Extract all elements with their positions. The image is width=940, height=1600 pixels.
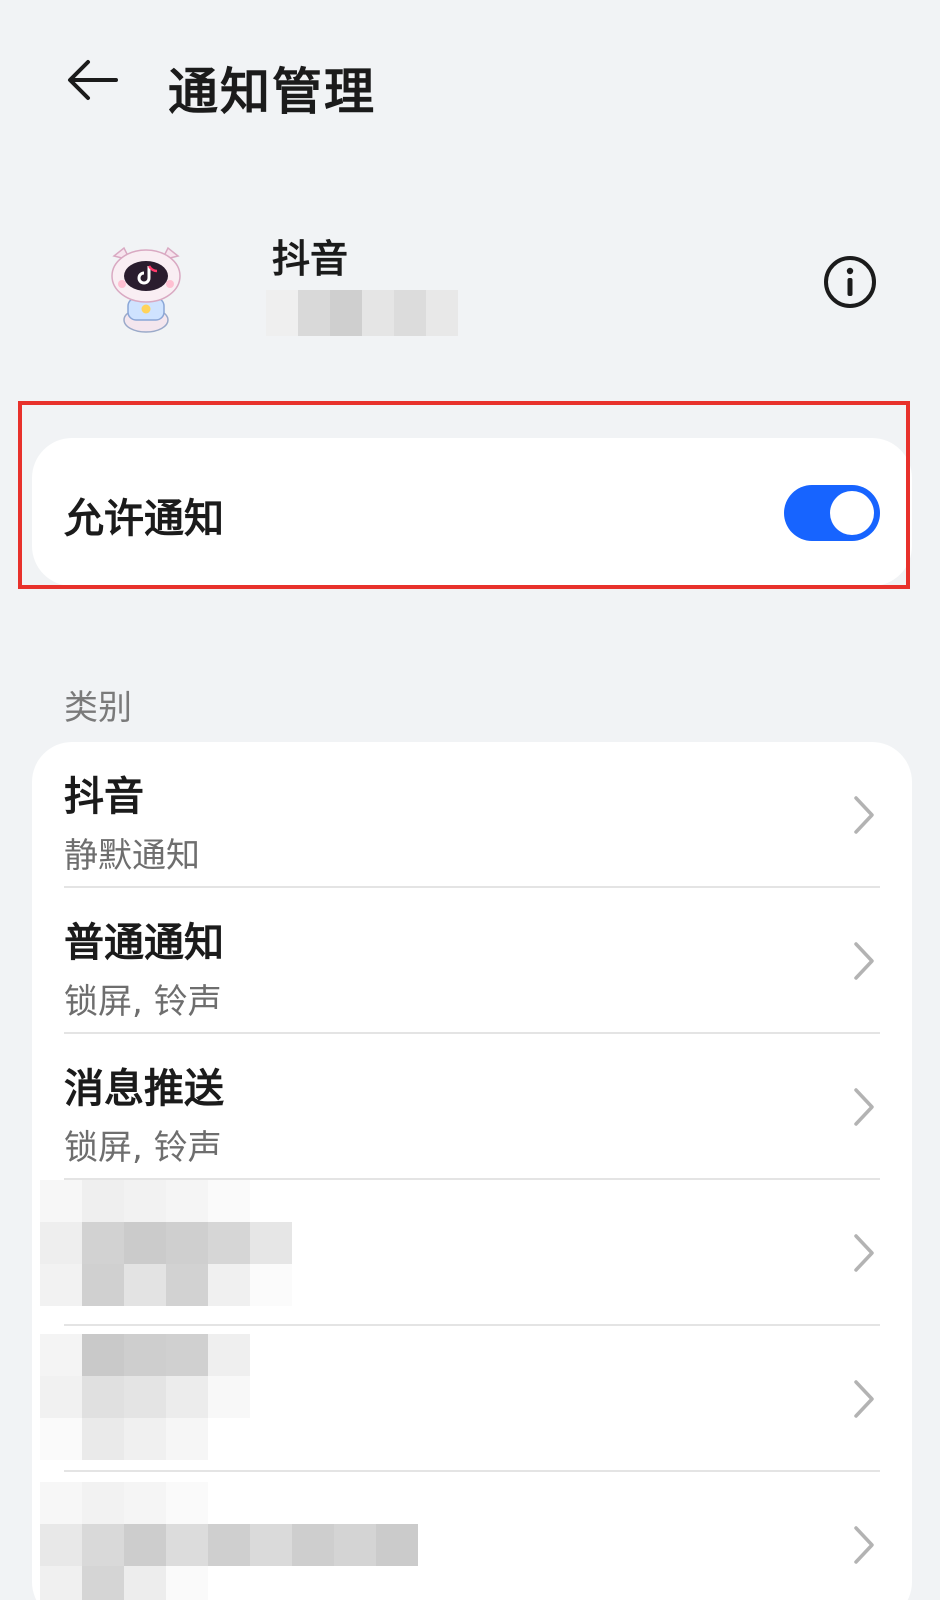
category-item-title: 消息推送 xyxy=(64,1066,224,1112)
category-item-douyin[interactable]: 抖音 静默通知 xyxy=(32,742,912,888)
blurred-content xyxy=(40,1482,460,1600)
category-item-subtitle: 静默通知 xyxy=(64,836,200,876)
app-name: 抖音 xyxy=(272,237,349,281)
app-subtitle-blurred xyxy=(266,290,458,336)
notification-management-page: 通知管理 抖音 允许通知 类别 抖音 静默通知 普通通知 锁屏, 铃声 消息推送… xyxy=(0,0,940,1600)
blurred-content xyxy=(40,1334,250,1460)
highlight-annotation-box xyxy=(18,401,910,589)
category-list: 抖音 静默通知 普通通知 锁屏, 铃声 消息推送 锁屏, 铃声 xyxy=(32,742,912,1600)
chevron-right-icon xyxy=(854,796,874,834)
chevron-right-icon xyxy=(854,1380,874,1418)
category-item-title: 普通通知 xyxy=(64,920,224,966)
category-item-message-push[interactable]: 消息推送 锁屏, 铃声 xyxy=(32,1034,912,1180)
chevron-right-icon xyxy=(854,1088,874,1126)
app-avatar-icon xyxy=(111,246,181,333)
back-arrow-icon[interactable] xyxy=(62,50,122,110)
chevron-right-icon xyxy=(854,1234,874,1272)
blurred-content xyxy=(40,1180,292,1306)
category-item-title: 抖音 xyxy=(64,774,144,820)
chevron-right-icon xyxy=(854,942,874,980)
category-item-blurred[interactable] xyxy=(32,1180,912,1326)
page-title: 通知管理 xyxy=(168,63,376,121)
chevron-right-icon xyxy=(854,1526,874,1564)
category-item-subtitle: 锁屏, 铃声 xyxy=(64,982,222,1022)
category-item-blurred[interactable] xyxy=(32,1326,912,1472)
info-icon[interactable] xyxy=(822,254,878,310)
category-section-label: 类别 xyxy=(64,688,132,728)
category-item-blurred[interactable] xyxy=(32,1472,912,1600)
category-item-subtitle: 锁屏, 铃声 xyxy=(64,1128,222,1168)
category-item-normal-notification[interactable]: 普通通知 锁屏, 铃声 xyxy=(32,888,912,1034)
